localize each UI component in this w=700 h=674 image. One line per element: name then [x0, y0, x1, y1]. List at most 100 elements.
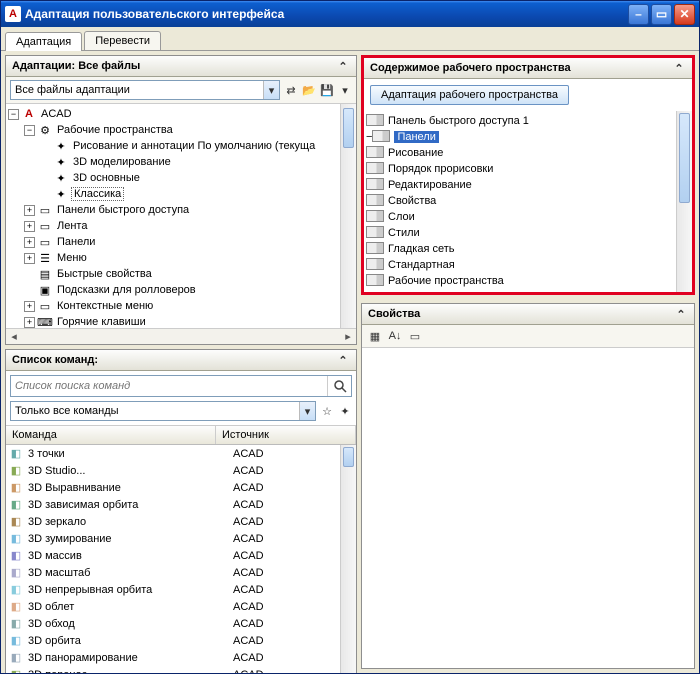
customize-workspace-button[interactable]: Адаптация рабочего пространства — [370, 85, 569, 105]
tree-scrollbar[interactable] — [340, 104, 356, 328]
workspace-item[interactable]: Порядок прорисовки — [366, 161, 690, 177]
command-row[interactable]: ◧3D обходACAD — [6, 615, 356, 632]
command-icon: ◧ — [8, 498, 24, 512]
tree-hotkeys[interactable]: Горячие клавиши — [55, 316, 148, 328]
ws-quickaccess[interactable]: Панель быстрого доступа 1 — [388, 115, 529, 127]
collapse-icon[interactable]: ⌃ — [336, 353, 350, 367]
workspace-item-label: Рабочие пространства — [388, 275, 504, 287]
command-row[interactable]: ◧3D массивACAD — [6, 547, 356, 564]
command-name: 3D Выравнивание — [28, 482, 233, 494]
command-source: ACAD — [233, 669, 356, 674]
transfer-icon[interactable]: ⇄ — [284, 83, 298, 97]
commands-scrollbar[interactable] — [340, 445, 356, 673]
collapse-icon[interactable]: ⌃ — [674, 307, 688, 321]
command-source: ACAD — [233, 448, 356, 460]
expand-toggle[interactable]: + — [24, 301, 35, 312]
command-row[interactable]: ◧3D зеркалоACAD — [6, 513, 356, 530]
command-name: 3D панорамирование — [28, 652, 233, 664]
info-icon[interactable]: ▭ — [408, 329, 422, 343]
titlebar: A Адаптация пользовательского интерфейса… — [1, 1, 699, 27]
tree-rollovers[interactable]: Подсказки для ролловеров — [55, 284, 198, 296]
categorized-icon[interactable]: ▦ — [368, 329, 382, 343]
customization-file-combo[interactable]: Все файлы адаптации ▾ — [10, 80, 280, 100]
command-source: ACAD — [233, 652, 356, 664]
tree-ws4-selected[interactable]: Классика — [71, 187, 124, 201]
star-icon: ✦ — [53, 187, 69, 201]
commands-table-body[interactable]: ◧3 точкиACAD◧3D Studio...ACAD ◧ 3D Выравни… — [6, 445, 356, 673]
command-icon: ◧ — [8, 668, 24, 674]
workspace-item[interactable]: Слои — [366, 209, 690, 225]
tree-ws3[interactable]: 3D основные — [71, 172, 142, 184]
expand-toggle[interactable]: + — [24, 253, 35, 264]
workspace-item[interactable]: Стили — [366, 225, 690, 241]
tab-translate[interactable]: Перевести — [84, 31, 161, 50]
workspace-item[interactable]: Рисование — [366, 145, 690, 161]
command-row[interactable]: ◧3D Studio...ACAD — [6, 462, 356, 479]
find-command-icon[interactable]: ✦ — [338, 404, 352, 418]
command-row[interactable]: ◧3D масштабACAD — [6, 564, 356, 581]
command-filter-combo[interactable]: Только все команды ▾ — [10, 401, 316, 421]
dropdown-icon[interactable]: ▾ — [338, 83, 352, 97]
collapse-icon[interactable]: ⌃ — [672, 61, 686, 75]
col-command[interactable]: Команда — [6, 426, 216, 444]
command-row[interactable]: ◧3D зумированиеACAD — [6, 530, 356, 547]
expand-toggle[interactable]: + — [24, 317, 35, 328]
expand-toggle[interactable]: + — [24, 221, 35, 232]
sort-icon[interactable]: A↓ — [388, 329, 402, 343]
collapse-icon[interactable]: ⌃ — [336, 59, 350, 73]
customizations-tree[interactable]: −AACAD −⚙Рабочие пространства ✦Рисование… — [6, 104, 356, 328]
ws-panels-selected[interactable]: Панели — [394, 131, 438, 143]
close-button[interactable]: ✕ — [674, 4, 695, 25]
tab-adapt[interactable]: Адаптация — [5, 32, 82, 51]
workspace-tree[interactable]: Панель быстрого доступа 1 −Панели Рисова… — [364, 111, 692, 292]
command-name: 3D масштаб — [28, 567, 233, 579]
expand-toggle[interactable]: + — [24, 205, 35, 216]
command-row[interactable]: ◧3D ВыравниваниеACAD — [6, 479, 356, 496]
command-icon: ◧ — [8, 634, 24, 648]
command-row[interactable]: ◧3D непрерывная орбитаACAD — [6, 581, 356, 598]
search-input[interactable] — [11, 380, 327, 392]
command-source: ACAD — [233, 516, 356, 528]
workspace-scrollbar[interactable] — [676, 111, 692, 292]
tree-quickaccess[interactable]: Панели быстрого доступа — [55, 204, 191, 216]
command-row[interactable]: ◧3D панорамированиеACAD — [6, 649, 356, 666]
workspace-item-label: Редактирование — [388, 179, 472, 191]
workspace-item[interactable]: Редактирование — [366, 177, 690, 193]
tree-quickprops[interactable]: Быстрые свойства — [55, 268, 154, 280]
workspace-item[interactable]: Свойства — [366, 193, 690, 209]
tree-ws2[interactable]: 3D моделирование — [71, 156, 173, 168]
open-icon[interactable]: 📂 — [302, 83, 316, 97]
collapse-toggle[interactable]: − — [8, 109, 19, 120]
tree-ctxmenu[interactable]: Контекстные меню — [55, 300, 155, 312]
tree-panels[interactable]: Панели — [55, 236, 97, 248]
workspace-item[interactable]: Гладкая сеть — [366, 241, 690, 257]
save-icon[interactable]: 💾 — [320, 83, 334, 97]
tree-hscroll[interactable]: ◂▸ — [6, 328, 356, 344]
maximize-button[interactable]: ▭ — [651, 4, 672, 25]
workspace-item[interactable]: Стандартная — [366, 257, 690, 273]
command-row[interactable]: ◧3 точкиACAD — [6, 445, 356, 462]
chevron-down-icon[interactable]: ▾ — [299, 402, 315, 420]
col-source[interactable]: Источник — [216, 426, 356, 444]
command-row[interactable]: ◧3D зависимая орбитаACAD — [6, 496, 356, 513]
workspace-item[interactable]: Рабочие пространства — [366, 273, 690, 289]
collapse-toggle[interactable]: − — [24, 125, 35, 136]
tree-ws1[interactable]: Рисование и аннотации По умолчанию (теку… — [71, 140, 317, 152]
search-button[interactable] — [327, 376, 351, 396]
tree-workspaces[interactable]: Рабочие пространства — [55, 124, 175, 136]
workspace-item-label: Слои — [388, 211, 415, 223]
command-icon: ◧ — [8, 481, 24, 495]
command-row[interactable]: ◧3D переносACAD — [6, 666, 356, 673]
command-row[interactable]: ◧3D орбитаACAD — [6, 632, 356, 649]
tree-menu[interactable]: Меню — [55, 252, 89, 264]
new-command-icon[interactable]: ☆ — [320, 404, 334, 418]
tree-acad[interactable]: ACAD — [39, 108, 74, 120]
panel-icon — [366, 226, 388, 241]
props-icon: ▤ — [37, 267, 53, 281]
tree-ribbon[interactable]: Лента — [55, 220, 89, 232]
expand-toggle[interactable]: + — [24, 237, 35, 248]
chevron-down-icon[interactable]: ▾ — [263, 81, 279, 99]
minimize-button[interactable]: – — [628, 4, 649, 25]
command-row[interactable]: ◧3D облетACAD — [6, 598, 356, 615]
command-search[interactable] — [10, 375, 352, 397]
